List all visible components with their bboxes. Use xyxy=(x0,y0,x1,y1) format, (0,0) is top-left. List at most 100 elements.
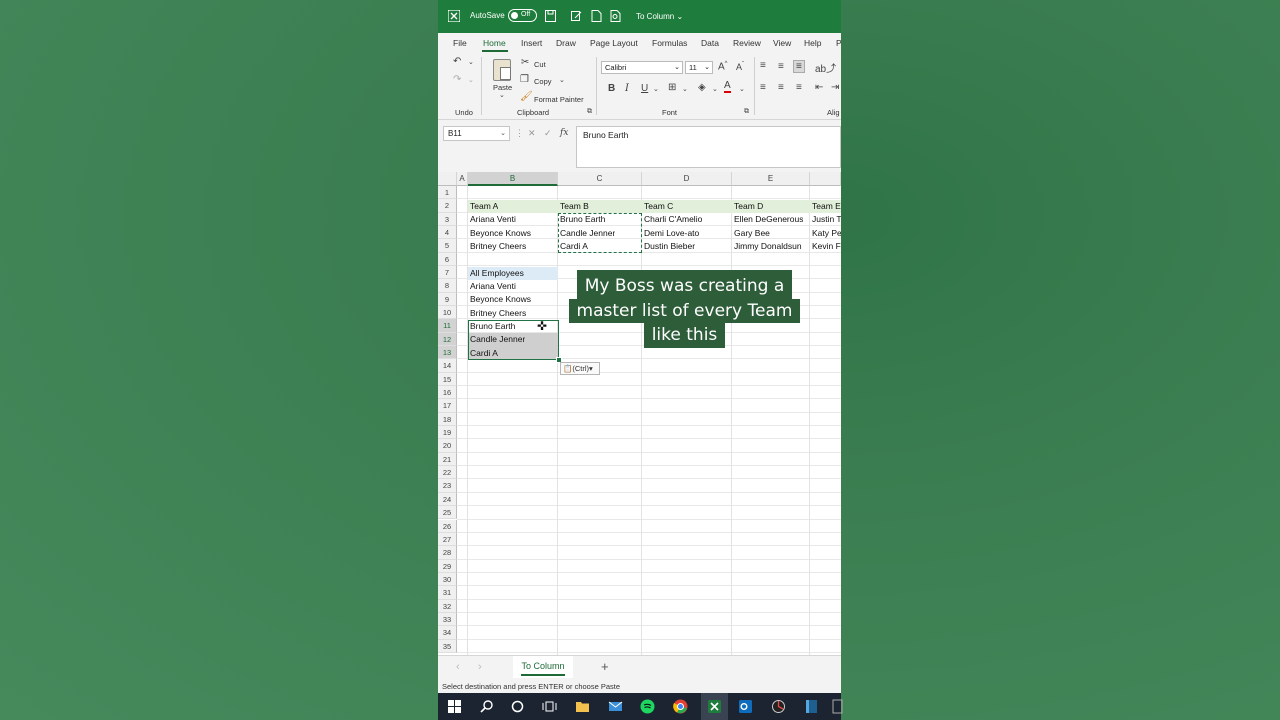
cell-d2[interactable]: Team C xyxy=(642,200,673,213)
row-header-3[interactable]: 3 xyxy=(438,212,457,226)
task-view-icon[interactable] xyxy=(542,699,557,714)
search-icon[interactable] xyxy=(479,699,494,714)
tab-file[interactable]: File xyxy=(453,38,467,48)
spreadsheet-grid[interactable]: A B C D E 1 2 3 4 5 6 7 8 9 10 11 12 13 14 15 16 17 18 19 2… xyxy=(438,172,841,655)
bold-button[interactable]: B xyxy=(608,83,615,94)
row-header-25[interactable]: 25 xyxy=(438,506,457,520)
row-header-32[interactable]: 32 xyxy=(438,599,457,613)
column-header-f[interactable] xyxy=(810,172,841,186)
row-header-19[interactable]: 19 xyxy=(438,426,457,440)
font-name-select[interactable]: Calibri ⌄ xyxy=(601,61,683,74)
font-color-icon[interactable]: A xyxy=(724,81,731,93)
row-header-31[interactable]: 31 xyxy=(438,586,457,600)
scissors-icon[interactable]: ✂ xyxy=(521,57,529,68)
outlook-icon[interactable] xyxy=(738,699,753,714)
borders-dropdown-icon[interactable]: ⌄ xyxy=(682,85,688,93)
row-header-26[interactable]: 26 xyxy=(438,519,457,533)
cell-b5[interactable]: Britney Cheers xyxy=(468,240,526,253)
formula-input[interactable]: Bruno Earth xyxy=(576,126,841,168)
cell-e5[interactable]: Jimmy Donaldsun xyxy=(732,240,802,253)
row-header-1[interactable]: 1 xyxy=(438,186,457,200)
print-preview-icon[interactable] xyxy=(610,10,621,22)
redo-dropdown-icon[interactable]: ⌄ xyxy=(468,76,474,84)
row-header-17[interactable]: 17 xyxy=(438,399,457,413)
name-box[interactable]: B11 ⌄ xyxy=(443,126,510,141)
tab-page-layout[interactable]: Page Layout xyxy=(590,38,638,48)
underline-button[interactable]: U xyxy=(641,83,648,94)
format-painter-icon[interactable]: 🖌 xyxy=(520,91,533,102)
document-name[interactable]: To Column ⌄ xyxy=(636,12,683,21)
add-sheet-icon[interactable]: + xyxy=(601,659,609,674)
row-header-28[interactable]: 28 xyxy=(438,546,457,560)
tab-review[interactable]: Review xyxy=(733,38,761,48)
row-header-11[interactable]: 11 xyxy=(438,319,457,333)
font-launcher-icon[interactable]: ⧉ xyxy=(744,108,749,116)
align-top-icon[interactable]: ≡ xyxy=(760,60,766,71)
row-header-10[interactable]: 10 xyxy=(438,306,457,320)
cell-b3[interactable]: Ariana Venti xyxy=(468,213,516,226)
decrease-indent-icon[interactable]: ⇤ xyxy=(815,82,823,93)
row-header-29[interactable]: 29 xyxy=(438,559,457,573)
fill-color-icon[interactable]: ◈ xyxy=(698,82,706,93)
edit-icon[interactable] xyxy=(571,10,582,22)
font-size-select[interactable]: 11 ⌄ xyxy=(685,61,713,74)
davinci-resolve-icon[interactable] xyxy=(771,699,786,714)
file-explorer-icon[interactable] xyxy=(575,699,590,714)
row-header-20[interactable]: 20 xyxy=(438,439,457,453)
tab-view[interactable]: View xyxy=(773,38,791,48)
new-file-icon[interactable] xyxy=(591,10,602,22)
spotify-icon[interactable] xyxy=(640,699,655,714)
cell-f4[interactable]: Katy Pe xyxy=(810,227,841,240)
cell-c2[interactable]: Team B xyxy=(558,200,589,213)
select-all-corner[interactable] xyxy=(438,172,457,186)
row-header-13[interactable]: 13 xyxy=(438,346,457,360)
sheet-tab-to-column[interactable]: To Column xyxy=(513,656,573,678)
tab-data[interactable]: Data xyxy=(701,38,719,48)
save-icon[interactable] xyxy=(545,10,556,22)
autosave-toggle[interactable]: Off xyxy=(508,9,537,22)
tab-formulas[interactable]: Formulas xyxy=(652,38,687,48)
font-color-dropdown-icon[interactable]: ⌄ xyxy=(739,85,745,93)
cancel-icon[interactable]: ✕ xyxy=(528,128,536,139)
row-header-33[interactable]: 33 xyxy=(438,612,457,627)
insert-function-button[interactable]: fx xyxy=(560,128,568,138)
excel-taskbar-icon[interactable] xyxy=(707,699,722,714)
cell-b8[interactable]: Ariana Venti xyxy=(468,280,516,293)
row-header-8[interactable]: 8 xyxy=(438,279,457,293)
format-painter-button[interactable]: Format Painter xyxy=(534,95,584,104)
cell-e3[interactable]: Ellen DeGenerous xyxy=(732,213,803,226)
sheet-prev-icon[interactable]: ‹ xyxy=(456,661,460,673)
copy-dropdown-icon[interactable]: ⌄ xyxy=(559,76,565,84)
row-header-14[interactable]: 14 xyxy=(438,359,457,373)
row-header-34[interactable]: 34 xyxy=(438,626,457,640)
tab-insert[interactable]: Insert xyxy=(521,38,542,48)
row-header-30[interactable]: 30 xyxy=(438,572,457,587)
cut-button[interactable]: Cut xyxy=(534,60,546,69)
cell-f5[interactable]: Kevin F xyxy=(810,240,841,253)
row-header-21[interactable]: 21 xyxy=(438,452,457,467)
cell-b9[interactable]: Beyonce Knows xyxy=(468,293,531,306)
column-header-b[interactable]: B xyxy=(468,172,558,186)
row-header-27[interactable]: 27 xyxy=(438,532,457,547)
align-right-icon[interactable]: ≡ xyxy=(796,82,802,93)
copy-icon[interactable]: ❐ xyxy=(520,74,529,85)
align-bottom-icon[interactable]: ≡ xyxy=(793,60,805,73)
row-header-35[interactable]: 35 xyxy=(438,639,457,653)
tab-more[interactable]: P xyxy=(836,38,841,48)
row-header-16[interactable]: 16 xyxy=(438,386,457,400)
column-header-e[interactable]: E xyxy=(732,172,810,186)
borders-icon[interactable]: ⊞ xyxy=(668,82,676,93)
row-header-9[interactable]: 9 xyxy=(438,292,457,307)
align-left-icon[interactable]: ≡ xyxy=(760,82,766,93)
column-header-d[interactable]: D xyxy=(642,172,732,186)
row-header-2[interactable]: 2 xyxy=(438,199,457,213)
paste-options-button[interactable]: 📋(Ctrl)▾ xyxy=(560,362,600,375)
align-center-icon[interactable]: ≡ xyxy=(778,82,784,93)
app-icon[interactable] xyxy=(804,699,819,714)
align-middle-icon[interactable]: ≡ xyxy=(778,61,784,72)
cortana-icon[interactable] xyxy=(510,699,525,714)
fill-dropdown-icon[interactable]: ⌄ xyxy=(712,85,718,93)
row-header-12[interactable]: 12 xyxy=(438,332,457,347)
cell-b7[interactable]: All Employees xyxy=(468,267,524,280)
cell-b4[interactable]: Beyonce Knows xyxy=(468,227,531,240)
